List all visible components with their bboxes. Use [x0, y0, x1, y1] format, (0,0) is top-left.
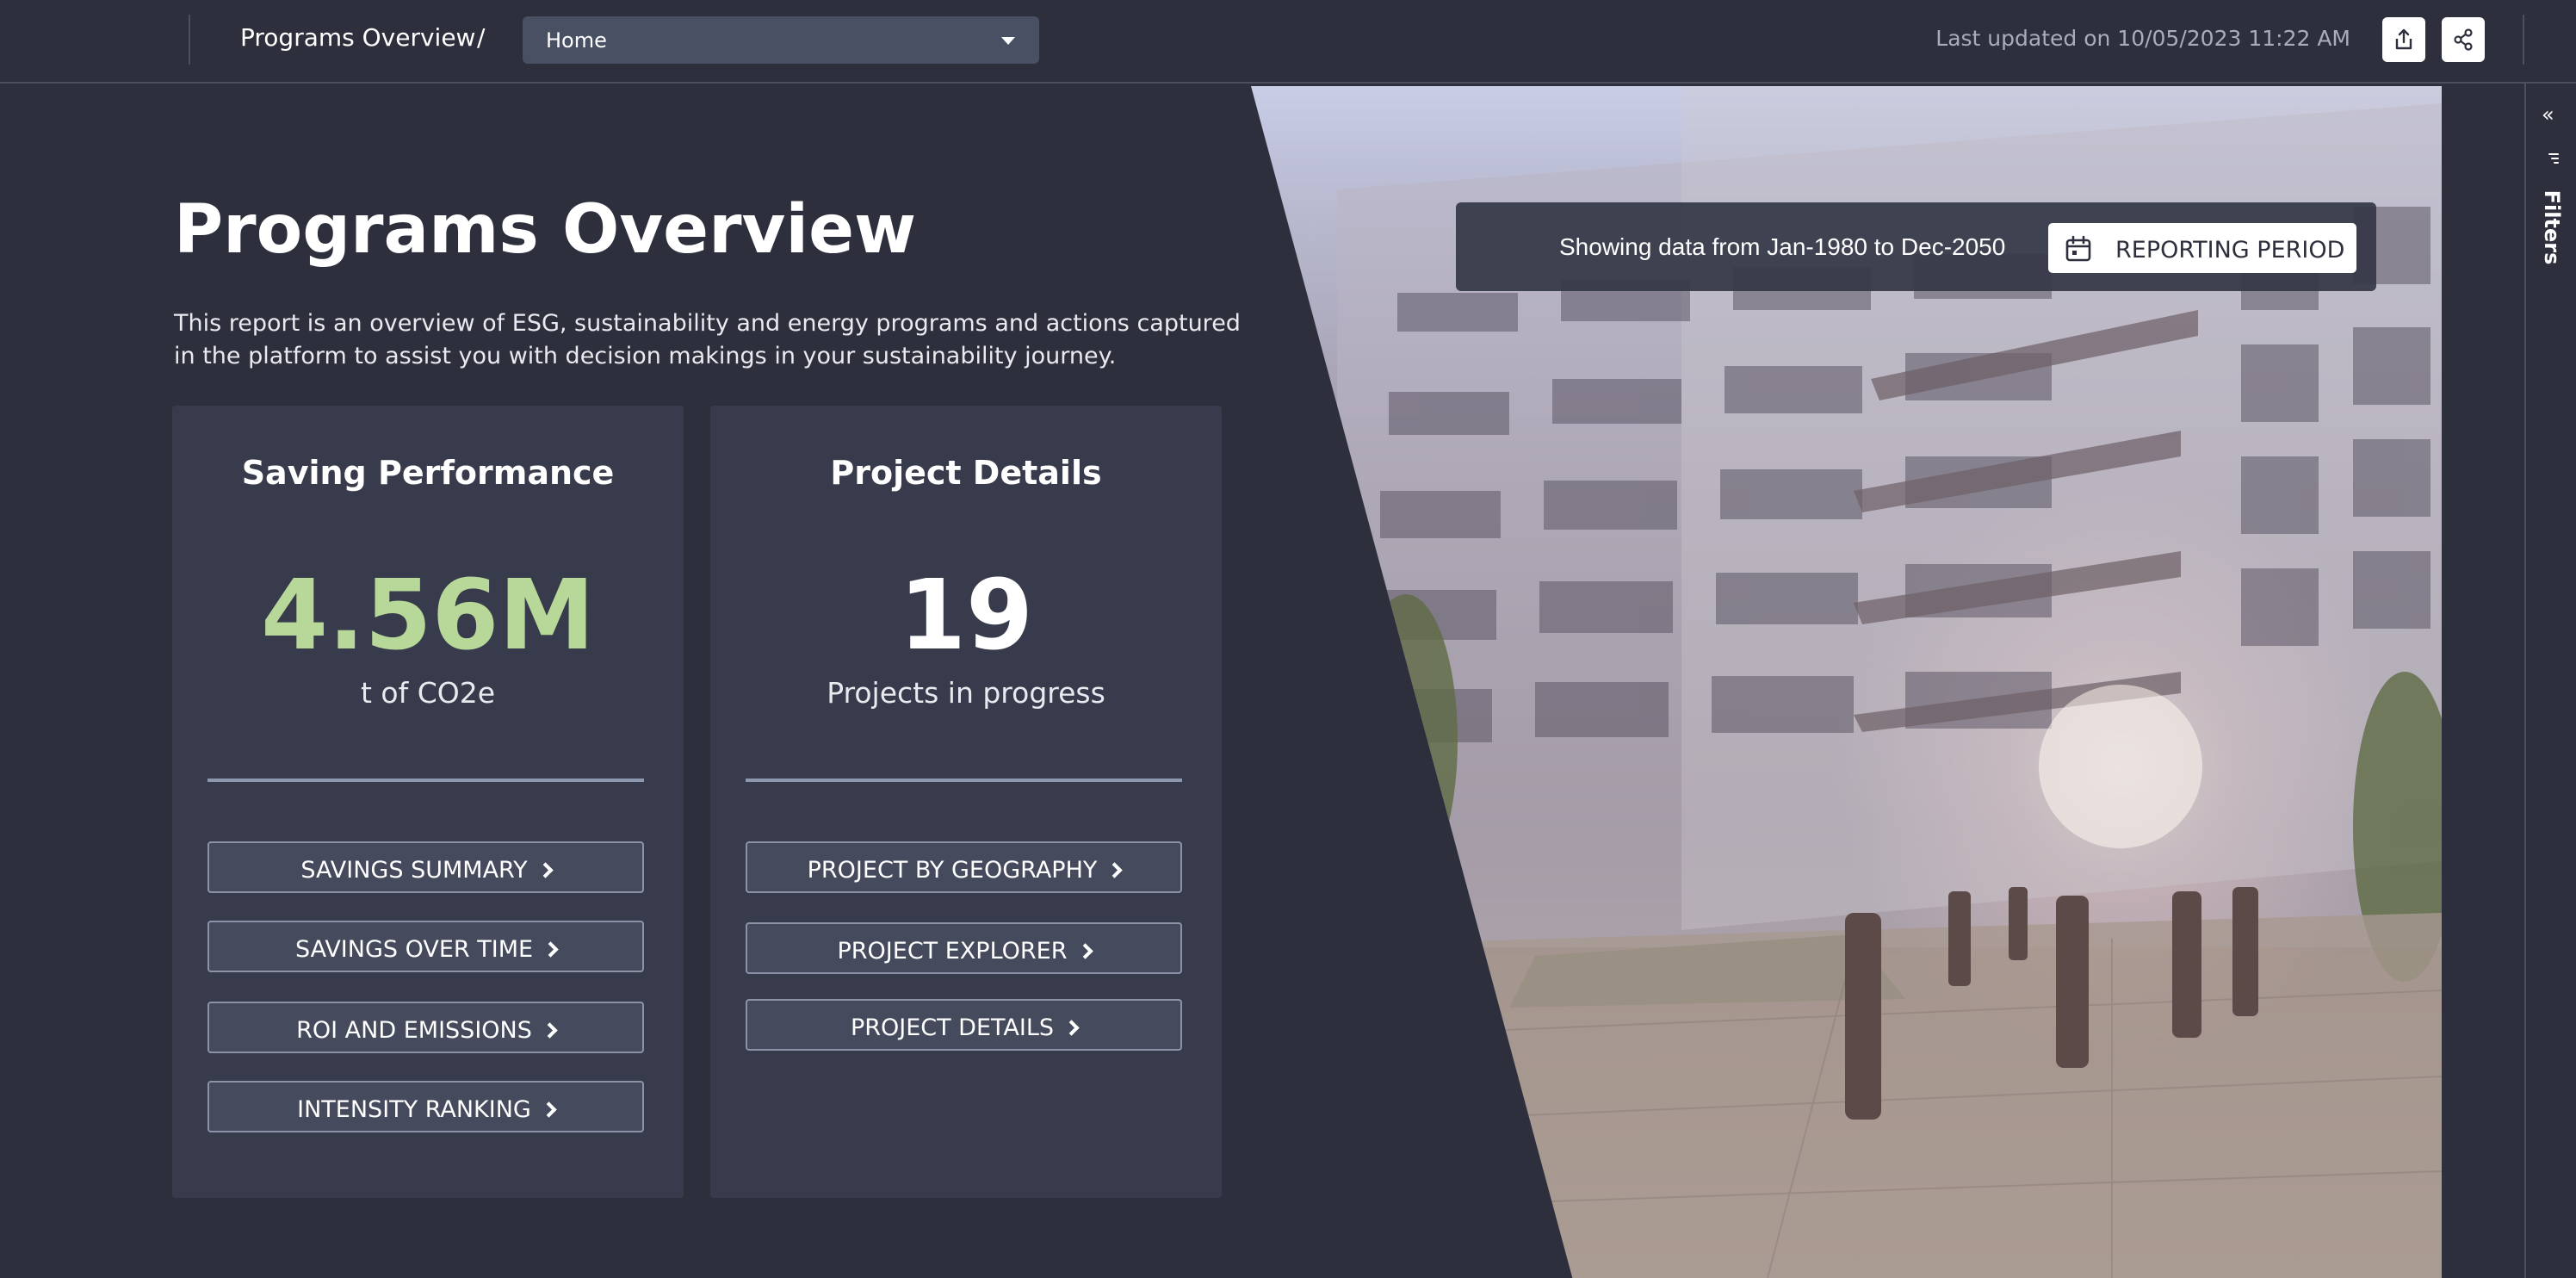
chevron-right-icon: [536, 862, 554, 878]
filter-icon[interactable]: [2542, 151, 2560, 168]
page-select[interactable]: Home: [523, 16, 1039, 64]
project-details-button[interactable]: PROJECT DETAILS: [746, 999, 1182, 1051]
export-button[interactable]: [2382, 17, 2425, 62]
roi-and-emissions-button[interactable]: ROI AND EMISSIONS: [207, 1002, 644, 1053]
button-label: SAVINGS SUMMARY: [300, 857, 528, 884]
last-updated-text: Last updated on 10/05/2023 11:22 AM: [1935, 26, 2350, 51]
button-label: PROJECT DETAILS: [850, 1014, 1055, 1041]
savings-metric-value: 4.56M: [261, 560, 595, 672]
page-title: Programs Overview: [174, 191, 917, 269]
chevron-right-icon: [1106, 862, 1124, 878]
card-title: Project Details: [830, 454, 1102, 492]
reporting-period-button[interactable]: REPORTING PERIOD: [2048, 223, 2356, 273]
projects-metric-value: 19: [899, 560, 1033, 672]
chevron-right-icon: [1063, 1020, 1080, 1036]
breadcrumb-separator: /: [477, 23, 486, 52]
top-bar: Programs Overview / Home Last updated on…: [0, 0, 2576, 84]
share-button[interactable]: [2442, 17, 2485, 62]
chevron-right-icon: [541, 1101, 557, 1118]
projects-metric-unit: Projects in progress: [827, 676, 1105, 710]
reporting-period-button-label: REPORTING PERIOD: [2115, 237, 2345, 264]
project-explorer-button[interactable]: PROJECT EXPLORER: [746, 922, 1182, 974]
chevron-right-icon: [542, 1022, 558, 1039]
button-label: PROJECT EXPLORER: [837, 938, 1068, 965]
reporting-period-banner: Showing data from Jan-1980 to Dec-2050 R…: [1456, 202, 2376, 291]
button-label: INTENSITY RANKING: [297, 1096, 531, 1123]
calendar-icon: [2065, 235, 2091, 262]
page-description: This report is an overview of ESG, susta…: [174, 310, 1241, 369]
chevron-right-icon: [542, 941, 559, 958]
project-by-geography-button[interactable]: PROJECT BY GEOGRAPHY: [746, 841, 1182, 893]
app-root: Programs Overview / Home Last updated on…: [0, 0, 2576, 1278]
project-details-card: Project Details 19 Projects in progress …: [710, 406, 1222, 1198]
savings-metric-unit: t of CO2e: [360, 676, 496, 710]
button-label: SAVINGS OVER TIME: [294, 936, 534, 963]
filters-label: Filters: [2540, 189, 2564, 265]
chevron-right-icon: [1076, 943, 1093, 959]
divider: [2523, 15, 2524, 65]
divider: [746, 779, 1182, 782]
filters-rail: « Filters: [2524, 84, 2576, 1278]
divider: [189, 15, 190, 65]
saving-performance-card: Saving Performance 4.56M t of CO2e SAVIN…: [172, 406, 684, 1198]
card-title: Saving Performance: [241, 454, 615, 492]
double-chevron-left-icon[interactable]: «: [2542, 102, 2554, 127]
caret-down-icon: [1001, 37, 1015, 45]
savings-over-time-button[interactable]: SAVINGS OVER TIME: [207, 921, 644, 972]
button-label: PROJECT BY GEOGRAPHY: [807, 857, 1098, 884]
reporting-period-text: Showing data from Jan-1980 to Dec-2050: [1559, 233, 2006, 260]
divider: [207, 779, 644, 782]
export-icon: [2395, 28, 2412, 50]
intensity-ranking-button[interactable]: INTENSITY RANKING: [207, 1081, 644, 1132]
button-label: ROI AND EMISSIONS: [296, 1017, 532, 1044]
savings-summary-button[interactable]: SAVINGS SUMMARY: [207, 841, 644, 893]
filters-toggle[interactable]: Filters: [2533, 180, 2571, 275]
page-select-value: Home: [546, 28, 607, 53]
share-icon: [2454, 28, 2473, 51]
breadcrumb-title[interactable]: Programs Overview: [240, 23, 475, 52]
